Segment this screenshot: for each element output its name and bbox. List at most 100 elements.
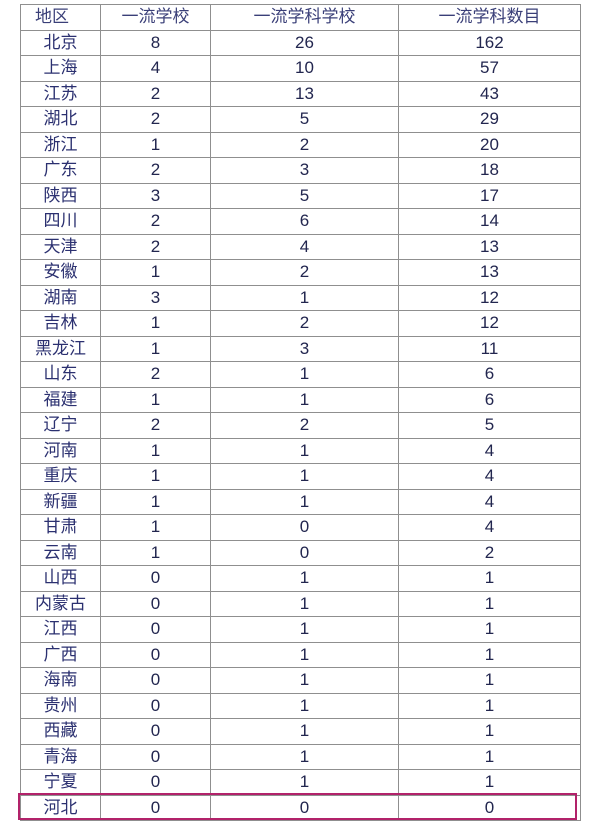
first-class-schools-cell: 1 (100, 437, 211, 464)
table-row: 海南 0 1 1 (20, 667, 581, 694)
first-class-schools-cell: 1 (100, 488, 211, 515)
table-row: 天津 2 4 13 (20, 233, 581, 260)
first-class-schools-cell: 1 (100, 335, 211, 362)
discipline-schools-cell: 1 (210, 692, 399, 719)
table-row: 河南 1 1 4 (20, 437, 581, 464)
first-class-schools-cell: 2 (100, 208, 211, 235)
table-row: 宁夏 0 1 1 (20, 769, 581, 796)
table-row: 黑龙江 1 3 11 (20, 335, 581, 362)
discipline-count-cell: 12 (398, 310, 581, 337)
first-class-schools-cell: 4 (100, 55, 211, 82)
discipline-schools-cell: 1 (210, 361, 399, 388)
discipline-count-cell: 1 (398, 565, 581, 592)
first-class-schools-cell: 0 (100, 641, 211, 668)
region-cell: 广东 (20, 157, 101, 184)
region-cell: 上海 (20, 55, 101, 82)
first-class-schools-cell: 1 (100, 514, 211, 541)
discipline-count-cell: 5 (398, 412, 581, 439)
discipline-count-cell: 2 (398, 539, 581, 566)
discipline-count-cell: 17 (398, 182, 581, 209)
discipline-count-cell: 1 (398, 616, 581, 643)
table-row: 重庆 1 1 4 (20, 463, 581, 490)
first-class-schools-cell: 1 (100, 259, 211, 286)
region-cell: 广西 (20, 641, 101, 668)
region-cell: 湖北 (20, 106, 101, 133)
region-cell: 宁夏 (20, 769, 101, 796)
first-class-schools-cell: 2 (100, 412, 211, 439)
first-class-schools-cell: 0 (100, 718, 211, 745)
region-cell: 河北 (20, 794, 101, 821)
first-class-schools-cell: 2 (100, 157, 211, 184)
first-class-schools-cell: 3 (100, 284, 211, 311)
region-cell: 云南 (20, 539, 101, 566)
discipline-schools-cell: 1 (210, 488, 399, 515)
discipline-schools-cell: 1 (210, 718, 399, 745)
table-row: 湖南 3 1 12 (20, 284, 581, 311)
table-row: 北京 8 26 162 (20, 29, 581, 56)
discipline-count-cell: 1 (398, 718, 581, 745)
discipline-count-cell: 11 (398, 335, 581, 362)
discipline-count-cell: 1 (398, 743, 581, 770)
discipline-schools-cell: 1 (210, 284, 399, 311)
table-row: 广东 2 3 18 (20, 157, 581, 184)
region-cell: 重庆 (20, 463, 101, 490)
first-class-schools-cell: 0 (100, 667, 211, 694)
region-cell: 新疆 (20, 488, 101, 515)
first-class-schools-cell: 1 (100, 131, 211, 158)
discipline-count-cell: 20 (398, 131, 581, 158)
region-cell: 福建 (20, 386, 101, 413)
region-cell: 江苏 (20, 80, 101, 107)
table-row: 浙江 1 2 20 (20, 131, 581, 158)
table-row: 青海 0 1 1 (20, 743, 581, 770)
discipline-schools-cell: 1 (210, 641, 399, 668)
discipline-schools-cell: 1 (210, 463, 399, 490)
region-cell: 湖南 (20, 284, 101, 311)
header-first-class-schools: 一流学校 (100, 4, 211, 31)
discipline-schools-cell: 3 (210, 157, 399, 184)
discipline-schools-cell: 1 (210, 590, 399, 617)
region-cell: 海南 (20, 667, 101, 694)
first-class-schools-cell: 0 (100, 743, 211, 770)
discipline-schools-cell: 5 (210, 106, 399, 133)
discipline-schools-cell: 1 (210, 565, 399, 592)
region-cell: 陕西 (20, 182, 101, 209)
table-row: 河北 0 0 0 (20, 794, 581, 821)
table-row: 安徽 1 2 13 (20, 259, 581, 286)
first-class-schools-cell: 0 (100, 590, 211, 617)
region-cell: 河南 (20, 437, 101, 464)
discipline-schools-cell: 2 (210, 259, 399, 286)
university-stats-table-container: 地区 一流学校 一流学科学校 一流学科数目 北京 8 26 162 上海 4 10 57 江苏 2… (20, 4, 581, 821)
first-class-schools-cell: 1 (100, 463, 211, 490)
first-class-schools-cell: 0 (100, 769, 211, 796)
discipline-schools-cell: 0 (210, 794, 399, 821)
region-cell: 青海 (20, 743, 101, 770)
table-row: 四川 2 6 14 (20, 208, 581, 235)
region-cell: 天津 (20, 233, 101, 260)
discipline-schools-cell: 1 (210, 743, 399, 770)
discipline-count-cell: 1 (398, 590, 581, 617)
discipline-count-cell: 12 (398, 284, 581, 311)
discipline-schools-cell: 2 (210, 412, 399, 439)
discipline-count-cell: 43 (398, 80, 581, 107)
discipline-count-cell: 0 (398, 794, 581, 821)
first-class-schools-cell: 0 (100, 692, 211, 719)
table-row: 上海 4 10 57 (20, 55, 581, 82)
header-first-class-discipline-count: 一流学科数目 (398, 4, 581, 31)
table-row: 湖北 2 5 29 (20, 106, 581, 133)
table-row: 江苏 2 13 43 (20, 80, 581, 107)
discipline-schools-cell: 4 (210, 233, 399, 260)
discipline-count-cell: 13 (398, 233, 581, 260)
discipline-schools-cell: 13 (210, 80, 399, 107)
region-cell: 贵州 (20, 692, 101, 719)
region-cell: 浙江 (20, 131, 101, 158)
region-cell: 吉林 (20, 310, 101, 337)
first-class-schools-cell: 0 (100, 794, 211, 821)
header-first-class-discipline-schools: 一流学科学校 (210, 4, 399, 31)
discipline-schools-cell: 10 (210, 55, 399, 82)
table-body: 北京 8 26 162 上海 4 10 57 江苏 2 13 43 湖北 2 5 29 浙江 1 2 20 广东 2 3 18… (20, 29, 581, 821)
discipline-schools-cell: 1 (210, 667, 399, 694)
table-row: 吉林 1 2 12 (20, 310, 581, 337)
discipline-schools-cell: 1 (210, 769, 399, 796)
discipline-count-cell: 1 (398, 692, 581, 719)
region-cell: 北京 (20, 29, 101, 56)
